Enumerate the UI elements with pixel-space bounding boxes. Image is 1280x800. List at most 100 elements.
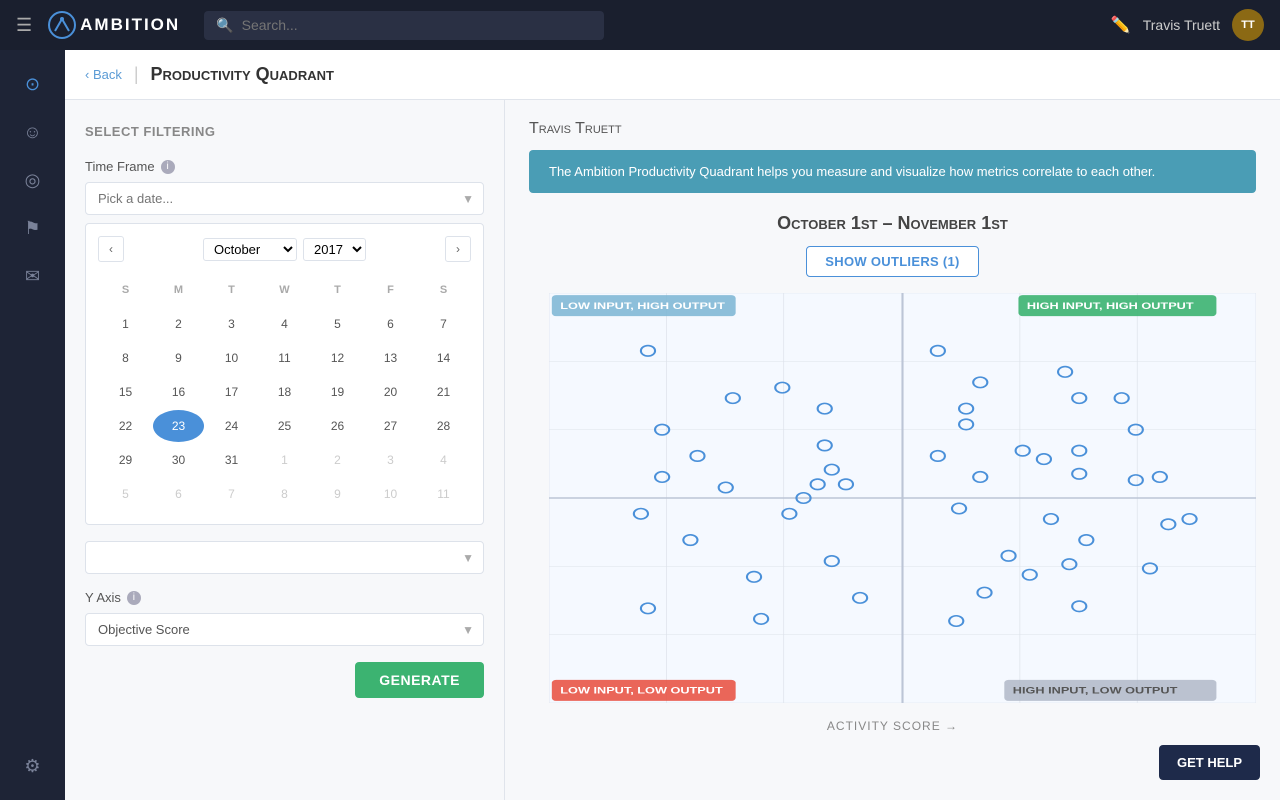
calendar-day[interactable]: 7 (206, 478, 257, 510)
calendar-day[interactable]: 6 (365, 308, 416, 340)
filter-panel: Select Filtering Time Frame i ▼ ‹ O (65, 100, 505, 800)
dashboard-icon: ⊙ (25, 74, 40, 95)
calendar-day[interactable]: 26 (312, 410, 363, 442)
calendar-day[interactable]: 3 (206, 308, 257, 340)
sidebar-item-dashboard[interactable]: ⊙ (11, 62, 55, 106)
x-axis-label-chart: Activity Score → (827, 719, 958, 733)
svg-text:LOW INPUT, LOW OUTPUT: LOW INPUT, LOW OUTPUT (560, 686, 723, 696)
calendar-grid: S M T W T F S 12345678910111213141516171… (98, 272, 471, 512)
cal-day-header-t2: T (312, 274, 363, 306)
y-axis-info-icon[interactable]: i (127, 591, 141, 605)
y-axis-select[interactable]: Objective Score (85, 613, 484, 646)
calendar-day[interactable]: 16 (153, 376, 204, 408)
back-link[interactable]: ‹ Back (85, 67, 122, 82)
settings-icon: ⚙ (24, 756, 40, 777)
flag-icon: ⚑ (24, 218, 40, 239)
main-content: ‹ Back | Productivity Quadrant Select Fi… (65, 50, 1280, 800)
time-frame-info-icon[interactable]: i (161, 160, 175, 174)
calendar-year-select[interactable]: 2017 2018 (303, 238, 366, 261)
calendar-day[interactable]: 12 (312, 342, 363, 374)
header-separator: | (134, 64, 139, 85)
body-layout: ⊙ ☺ ◎ ⚑ ✉ ⚙ ‹ Back | Productivity Quadra… (0, 50, 1280, 800)
target-icon: ◎ (25, 170, 41, 191)
username-label: Travis Truett (1143, 17, 1220, 33)
calendar-day[interactable]: 27 (365, 410, 416, 442)
calendar-header: ‹ October November 2017 2018 › (98, 236, 471, 262)
chart-date-range: October 1st – November 1st (529, 213, 1256, 234)
filter-section-title: Select Filtering (85, 124, 484, 139)
cal-day-header-t1: T (206, 274, 257, 306)
generate-btn-row: GENERATE (85, 662, 484, 698)
top-nav-right: ✏️ Travis Truett TT (1111, 9, 1264, 41)
info-banner: The Ambition Productivity Quadrant helps… (529, 150, 1256, 193)
date-input-wrapper: ▼ (85, 182, 484, 215)
calendar-day[interactable]: 5 (312, 308, 363, 340)
calendar-day[interactable]: 5 (100, 478, 151, 510)
search-area[interactable]: 🔍 (204, 11, 604, 40)
calendar-day[interactable]: 15 (100, 376, 151, 408)
calendar-month-select[interactable]: October November (203, 238, 297, 261)
calendar-day[interactable]: 1 (259, 444, 310, 476)
sidebar-item-chat[interactable]: ✉ (11, 254, 55, 298)
calendar-day[interactable]: 28 (418, 410, 469, 442)
generate-button[interactable]: GENERATE (355, 662, 484, 698)
calendar-day[interactable]: 4 (259, 308, 310, 340)
sidebar: ⊙ ☺ ◎ ⚑ ✉ ⚙ (0, 50, 65, 800)
calendar-day[interactable]: 29 (100, 444, 151, 476)
people-icon: ☺ (23, 122, 41, 143)
calendar-day[interactable]: 21 (418, 376, 469, 408)
calendar-day[interactable]: 10 (206, 342, 257, 374)
y-axis-select-wrapper: Objective Score ▼ (85, 613, 484, 646)
cal-day-header-s1: S (100, 274, 151, 306)
calendar-day[interactable]: 20 (365, 376, 416, 408)
sidebar-item-flag[interactable]: ⚑ (11, 206, 55, 250)
calendar-day[interactable]: 3 (365, 444, 416, 476)
chat-icon: ✉ (25, 266, 40, 287)
scatter-chart-wrapper: Objective Score → (529, 293, 1256, 733)
get-help-button[interactable]: GET HELP (1159, 745, 1260, 780)
calendar-day[interactable]: 11 (259, 342, 310, 374)
page-body: Select Filtering Time Frame i ▼ ‹ O (65, 100, 1280, 800)
xaxis-select-wrapper: ▼ (85, 541, 484, 574)
time-frame-label: Time Frame i (85, 159, 484, 174)
calendar-day[interactable]: 30 (153, 444, 204, 476)
calendar-day[interactable]: 9 (312, 478, 363, 510)
calendar-day[interactable]: 25 (259, 410, 310, 442)
calendar-day[interactable]: 7 (418, 308, 469, 340)
calendar-day[interactable]: 4 (418, 444, 469, 476)
app-logo: AMBITION (48, 11, 180, 39)
calendar-day[interactable]: 8 (259, 478, 310, 510)
calendar-next-btn[interactable]: › (445, 236, 471, 262)
calendar-day[interactable]: 19 (312, 376, 363, 408)
calendar-day[interactable]: 14 (418, 342, 469, 374)
calendar-day[interactable]: 23 (153, 410, 204, 442)
page-title: Productivity Quadrant (151, 64, 334, 85)
hamburger-menu[interactable]: ☰ (16, 15, 32, 36)
calendar-day[interactable]: 2 (153, 308, 204, 340)
outliers-button[interactable]: SHOW OUTLIERS (1) (806, 246, 978, 277)
calendar-day[interactable]: 9 (153, 342, 204, 374)
date-input[interactable] (85, 182, 484, 215)
calendar-day[interactable]: 31 (206, 444, 257, 476)
calendar-day[interactable]: 18 (259, 376, 310, 408)
calendar-day[interactable]: 1 (100, 308, 151, 340)
calendar-day[interactable]: 11 (418, 478, 469, 510)
sidebar-item-settings[interactable]: ⚙ (11, 744, 55, 788)
calendar-day[interactable]: 13 (365, 342, 416, 374)
edit-icon[interactable]: ✏️ (1111, 15, 1131, 35)
sidebar-item-people[interactable]: ☺ (11, 110, 55, 154)
calendar-day[interactable]: 2 (312, 444, 363, 476)
top-nav: ☰ AMBITION 🔍 ✏️ Travis Truett TT (0, 0, 1280, 50)
xaxis-select[interactable] (85, 541, 484, 574)
search-input[interactable] (242, 17, 442, 33)
calendar-prev-btn[interactable]: ‹ (98, 236, 124, 262)
calendar-day[interactable]: 22 (100, 410, 151, 442)
calendar-day[interactable]: 6 (153, 478, 204, 510)
calendar-day[interactable]: 8 (100, 342, 151, 374)
search-icon: 🔍 (216, 17, 233, 34)
avatar[interactable]: TT (1232, 9, 1264, 41)
calendar-day[interactable]: 17 (206, 376, 257, 408)
sidebar-item-target[interactable]: ◎ (11, 158, 55, 202)
calendar-day[interactable]: 24 (206, 410, 257, 442)
calendar-day[interactable]: 10 (365, 478, 416, 510)
